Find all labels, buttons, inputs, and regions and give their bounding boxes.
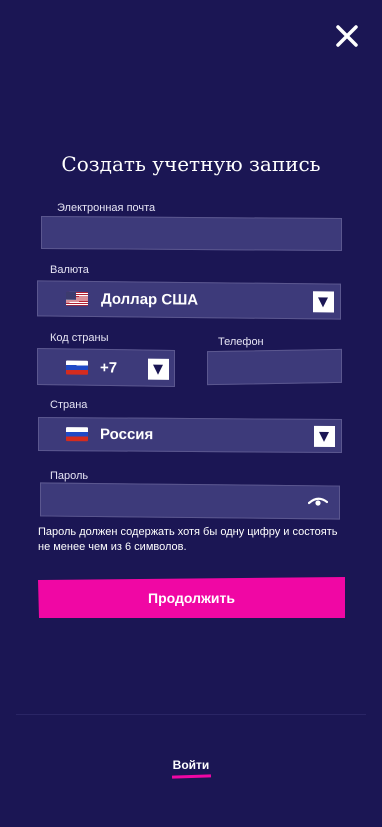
email-label: Электронная почта xyxy=(57,202,156,214)
close-icon xyxy=(336,25,358,47)
email-field[interactable] xyxy=(41,215,342,252)
currency-label: Валюта xyxy=(50,264,89,276)
divider xyxy=(16,714,366,715)
eye-icon[interactable] xyxy=(307,494,329,508)
country-code-label: Код страны xyxy=(50,332,109,344)
close-button[interactable] xyxy=(333,22,361,50)
country-value: Россия xyxy=(100,425,154,444)
phone-label: Телефон xyxy=(218,336,264,348)
phone-field[interactable] xyxy=(207,348,342,386)
login-link[interactable]: Войти xyxy=(0,758,382,772)
chevron-down-icon[interactable] xyxy=(313,291,334,313)
continue-button[interactable]: Продолжить xyxy=(38,577,345,618)
page-title: Создать учетную запись xyxy=(61,152,321,176)
chevron-down-icon[interactable] xyxy=(148,358,169,380)
password-label: Пароль xyxy=(50,470,89,482)
country-code-select[interactable]: +7 xyxy=(37,348,175,387)
chevron-down-icon[interactable] xyxy=(314,425,335,448)
password-field[interactable] xyxy=(40,482,340,520)
country-label: Страна xyxy=(50,399,88,411)
ru-flag-icon xyxy=(66,427,88,442)
country-code-value: +7 xyxy=(100,358,118,377)
us-flag-icon xyxy=(66,291,88,306)
currency-value: Доллар США xyxy=(101,290,199,309)
ru-flag-icon xyxy=(66,359,88,375)
password-hint: Пароль должен содержать хотя бы одну циф… xyxy=(38,526,338,553)
currency-select[interactable]: Доллар США xyxy=(37,280,341,320)
country-select[interactable]: Россия xyxy=(38,416,342,454)
login-underline xyxy=(171,774,212,779)
